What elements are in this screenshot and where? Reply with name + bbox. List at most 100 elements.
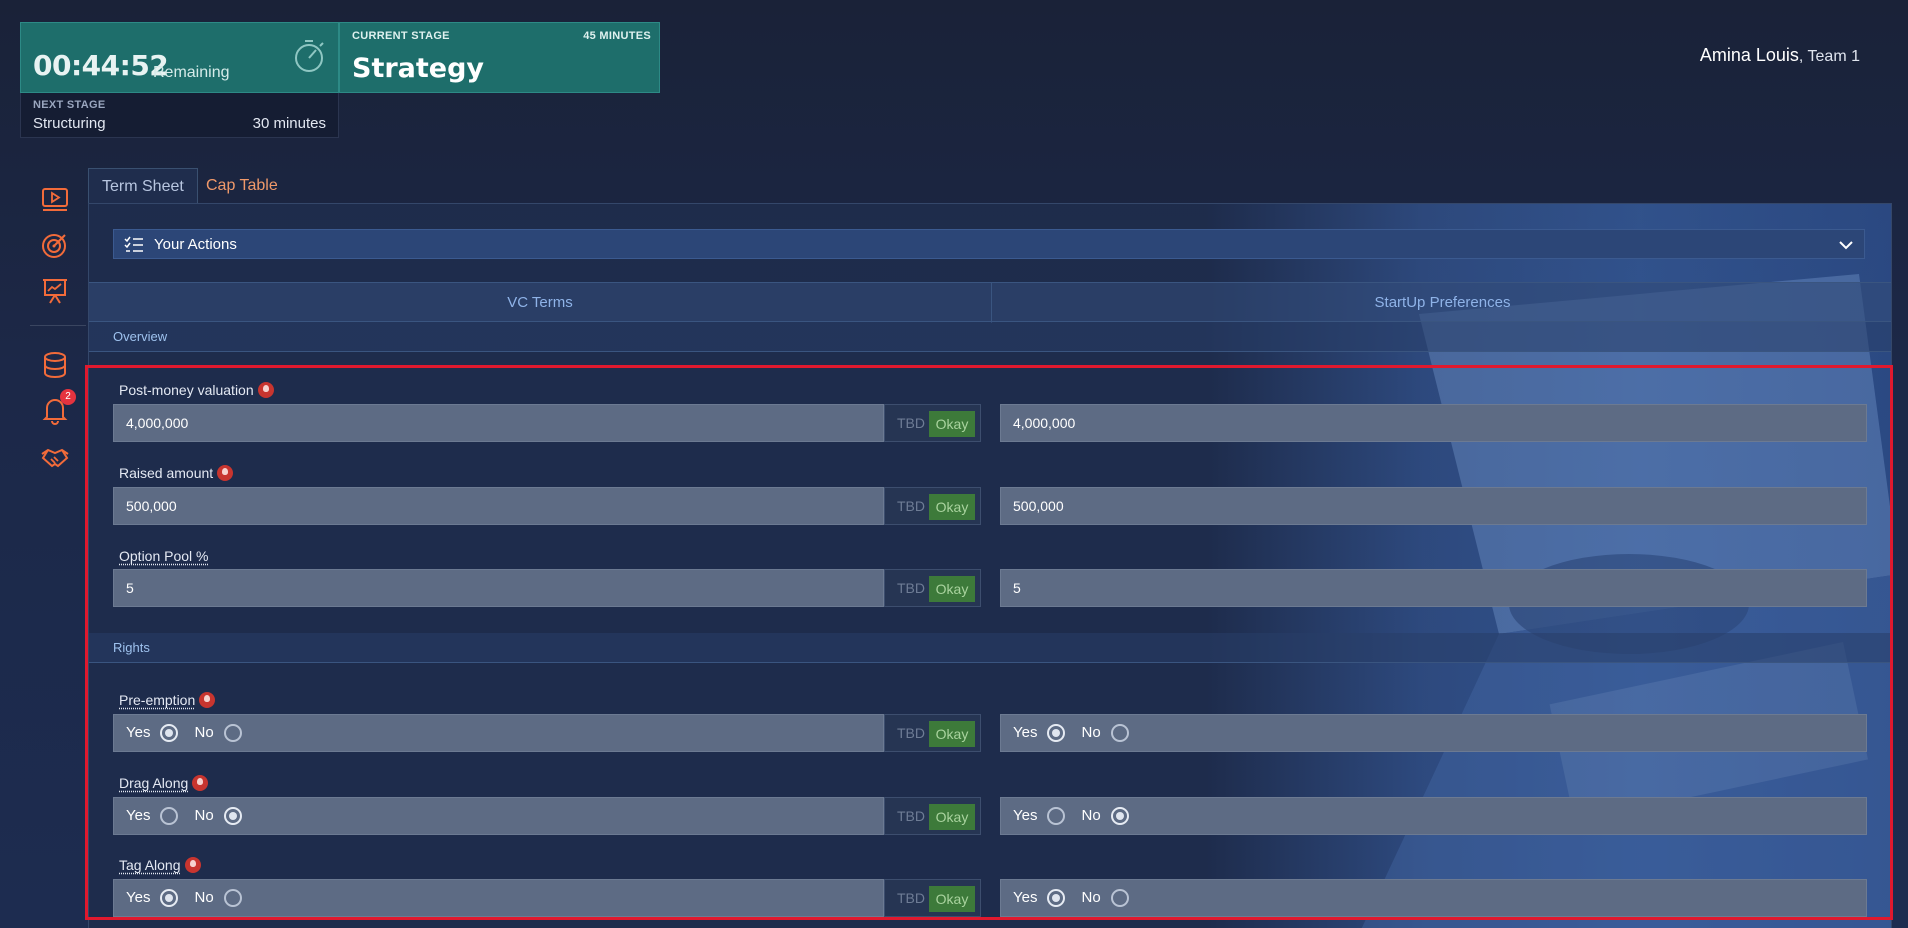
tbd-button[interactable]: TBD (897, 415, 925, 431)
field-label-pre-emption: Pre-emption (119, 692, 216, 708)
post-money-startup-input[interactable]: 4,000,000 (1000, 404, 1867, 442)
okay-button[interactable]: Okay (929, 886, 975, 912)
chevron-down-icon (1838, 238, 1854, 252)
radio-button[interactable] (223, 807, 242, 825)
tag-along-startup-no[interactable]: No (1081, 880, 1129, 916)
subtab-startup-preferences[interactable]: StartUp Preferences (992, 283, 1891, 323)
yes-label: Yes (1013, 807, 1038, 824)
pre-emption-status: TBD Okay (884, 714, 981, 752)
radio-button[interactable] (223, 889, 242, 907)
yes-label: Yes (1013, 889, 1038, 906)
tag-along-vc-no[interactable]: No (194, 880, 242, 916)
okay-button[interactable]: Okay (929, 576, 975, 602)
time-remaining-box: 00:44:52 Remaining (20, 22, 339, 93)
raised-startup-input[interactable]: 500,000 (1000, 487, 1867, 525)
field-label-tag-along: Tag Along (119, 857, 201, 873)
hint-icon[interactable] (217, 465, 234, 481)
remaining-label: Remaining (153, 64, 230, 81)
next-stage-box: NEXT STAGE Structuring 30 minutes (20, 93, 339, 138)
user-name: Amina Louis (1699, 45, 1799, 65)
drag-along-vc-no[interactable]: No (194, 798, 242, 834)
hint-icon[interactable] (199, 692, 216, 708)
option-pool-label: Option Pool % (119, 548, 209, 564)
handshake-icon[interactable] (40, 442, 70, 472)
radio-button[interactable] (223, 724, 242, 742)
pre-emption-vc-yes[interactable]: Yes (126, 715, 179, 751)
radio-button[interactable] (1110, 724, 1129, 742)
drag-along-vc-radio-group: Yes No (113, 797, 884, 835)
post-money-status: TBD Okay (884, 404, 981, 442)
radio-button[interactable] (1047, 724, 1066, 742)
current-stage-box: CURRENT STAGE 45 MINUTES Strategy (339, 22, 660, 93)
raised-vc-input[interactable]: 500,000 (113, 487, 884, 525)
presentation-icon[interactable] (40, 276, 70, 306)
raised-label: Raised amount (119, 465, 214, 481)
drag-along-startup-yes[interactable]: Yes (1013, 798, 1066, 834)
section-rights: Rights (89, 633, 1891, 663)
post-money-label: Post-money valuation (119, 382, 254, 398)
okay-button[interactable]: Okay (929, 494, 975, 520)
pre-emption-vc-no[interactable]: No (194, 715, 242, 751)
tag-along-status: TBD Okay (884, 879, 981, 917)
your-actions-dropdown[interactable]: Your Actions (113, 229, 1865, 259)
yes-label: Yes (126, 889, 151, 906)
raised-status: TBD Okay (884, 487, 981, 525)
subtab-vc-terms[interactable]: VC Terms (89, 283, 992, 323)
no-label: No (1081, 724, 1101, 741)
next-stage-name: Structuring (33, 115, 106, 132)
radio-button[interactable] (1110, 807, 1129, 825)
radio-button[interactable] (1110, 889, 1129, 907)
your-actions-label: Your Actions (154, 236, 237, 253)
user-info[interactable]: Amina Louis, Team 1 (1700, 45, 1860, 66)
option-pool-vc-input[interactable]: 5 (113, 569, 884, 607)
drag-along-vc-yes[interactable]: Yes (126, 798, 179, 834)
option-pool-startup-input[interactable]: 5 (1000, 569, 1867, 607)
tbd-button[interactable]: TBD (897, 725, 925, 741)
drag-along-status: TBD Okay (884, 797, 981, 835)
field-label-drag-along: Drag Along (119, 775, 209, 791)
radio-button[interactable] (160, 807, 179, 825)
okay-button[interactable]: Okay (929, 411, 975, 437)
timer-panel: 00:44:52 Remaining NEXT STAGE Structurin… (20, 22, 339, 138)
hint-icon[interactable] (184, 857, 201, 873)
tag-along-startup-radio-group: Yes No (1000, 879, 1867, 917)
tab-cap-table[interactable]: Cap Table (193, 168, 291, 204)
radio-button[interactable] (160, 724, 179, 742)
tbd-button[interactable]: TBD (897, 890, 925, 906)
section-overview: Overview (89, 322, 1891, 352)
time-remaining: 00:44:52 (33, 49, 169, 82)
tag-along-vc-yes[interactable]: Yes (126, 880, 179, 916)
tab-term-sheet[interactable]: Term Sheet (88, 168, 198, 204)
next-stage-duration: 30 minutes (252, 115, 326, 132)
next-stage-label: NEXT STAGE (33, 99, 106, 111)
option-pool-status: TBD Okay (884, 569, 981, 607)
current-stage-label: CURRENT STAGE (352, 30, 450, 42)
okay-button[interactable]: Okay (929, 721, 975, 747)
bell-icon[interactable]: 2 (40, 389, 76, 425)
no-label: No (194, 889, 214, 906)
nav-divider (30, 325, 86, 326)
okay-button[interactable]: Okay (929, 804, 975, 830)
terms-subtabs: VC Terms StartUp Preferences (89, 282, 1891, 323)
hint-icon[interactable] (192, 775, 209, 791)
pre-emption-startup-no[interactable]: No (1081, 715, 1129, 751)
tbd-button[interactable]: TBD (897, 580, 925, 596)
database-icon[interactable] (40, 350, 70, 380)
yes-label: Yes (126, 807, 151, 824)
pre-emption-startup-yes[interactable]: Yes (1013, 715, 1066, 751)
drag-along-startup-no[interactable]: No (1081, 798, 1129, 834)
radio-button[interactable] (160, 889, 179, 907)
post-money-vc-input[interactable]: 4,000,000 (113, 404, 884, 442)
video-play-icon[interactable] (40, 184, 70, 214)
yes-label: Yes (126, 724, 151, 741)
pre-emption-vc-radio-group: Yes No (113, 714, 884, 752)
radio-button[interactable] (1047, 889, 1066, 907)
tbd-button[interactable]: TBD (897, 498, 925, 514)
tbd-button[interactable]: TBD (897, 808, 925, 824)
radio-button[interactable] (1047, 807, 1066, 825)
target-icon[interactable] (40, 230, 70, 260)
hint-icon[interactable] (257, 382, 274, 398)
no-label: No (1081, 889, 1101, 906)
stopwatch-icon (292, 37, 326, 75)
tag-along-startup-yes[interactable]: Yes (1013, 880, 1066, 916)
